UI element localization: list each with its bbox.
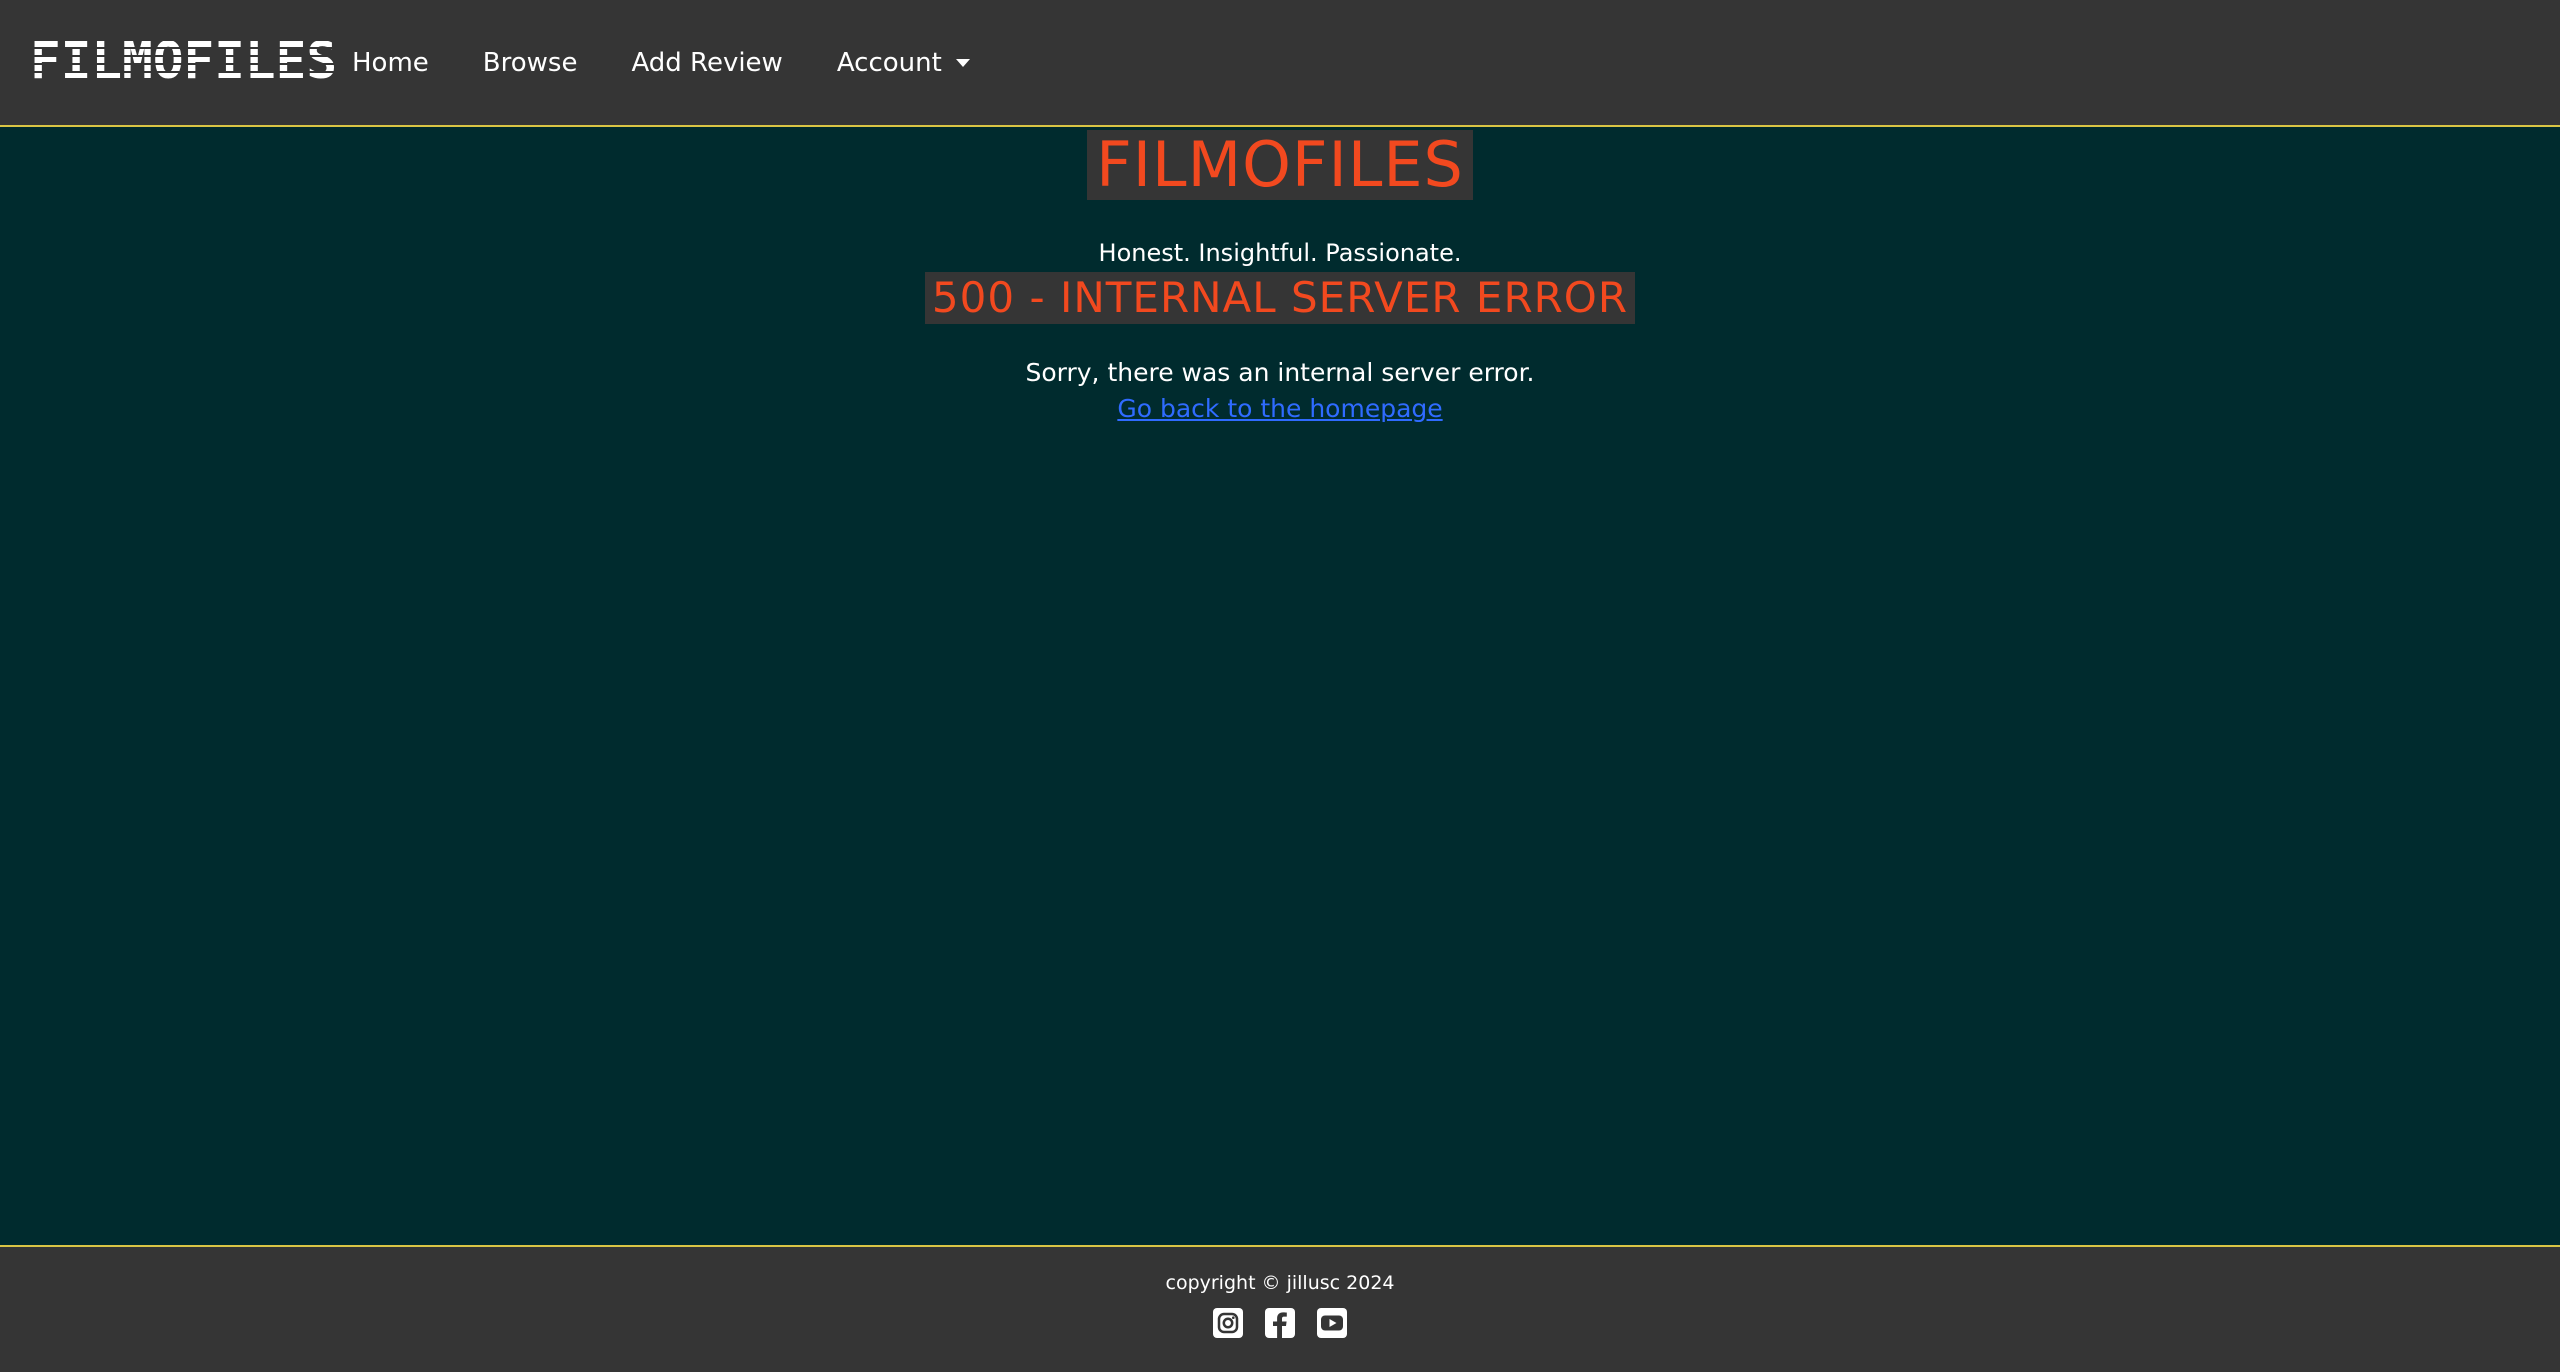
- error-title-wrapper: 500 - INTERNAL SERVER ERROR: [0, 272, 2560, 324]
- tagline: Honest. Insightful. Passionate.: [1098, 239, 1462, 267]
- facebook-icon[interactable]: [1264, 1307, 1296, 1339]
- navbar: FILMOFILES Home Browse Add Review Accoun…: [0, 0, 2560, 127]
- nav-home-link[interactable]: Home: [352, 48, 429, 78]
- copyright-text: copyright © jillusc 2024: [1165, 1272, 1395, 1294]
- footer: copyright © jillusc 2024: [0, 1245, 2560, 1372]
- main-content: FILMOFILES Honest. Insightful. Passionat…: [0, 127, 2560, 1245]
- account-label: Account: [836, 47, 942, 78]
- youtube-icon[interactable]: [1316, 1307, 1348, 1339]
- brand-logo[interactable]: FILMOFILES: [30, 33, 337, 91]
- error-message: Sorry, there was an internal server erro…: [1025, 358, 1535, 387]
- nav-browse-link[interactable]: Browse: [483, 48, 578, 78]
- error-title: 500 - INTERNAL SERVER ERROR: [924, 272, 1636, 324]
- social-links: [0, 1307, 2560, 1339]
- homepage-link[interactable]: Go back to the homepage: [1117, 394, 1442, 424]
- nav-links: Home Browse Add Review Account: [352, 0, 1024, 125]
- caret-down-icon: [955, 58, 970, 67]
- site-title: FILMOFILES: [1087, 130, 1473, 200]
- nav-add-review-link[interactable]: Add Review: [631, 48, 782, 78]
- account-dropdown[interactable]: Account: [837, 48, 970, 78]
- instagram-icon[interactable]: [1212, 1307, 1244, 1339]
